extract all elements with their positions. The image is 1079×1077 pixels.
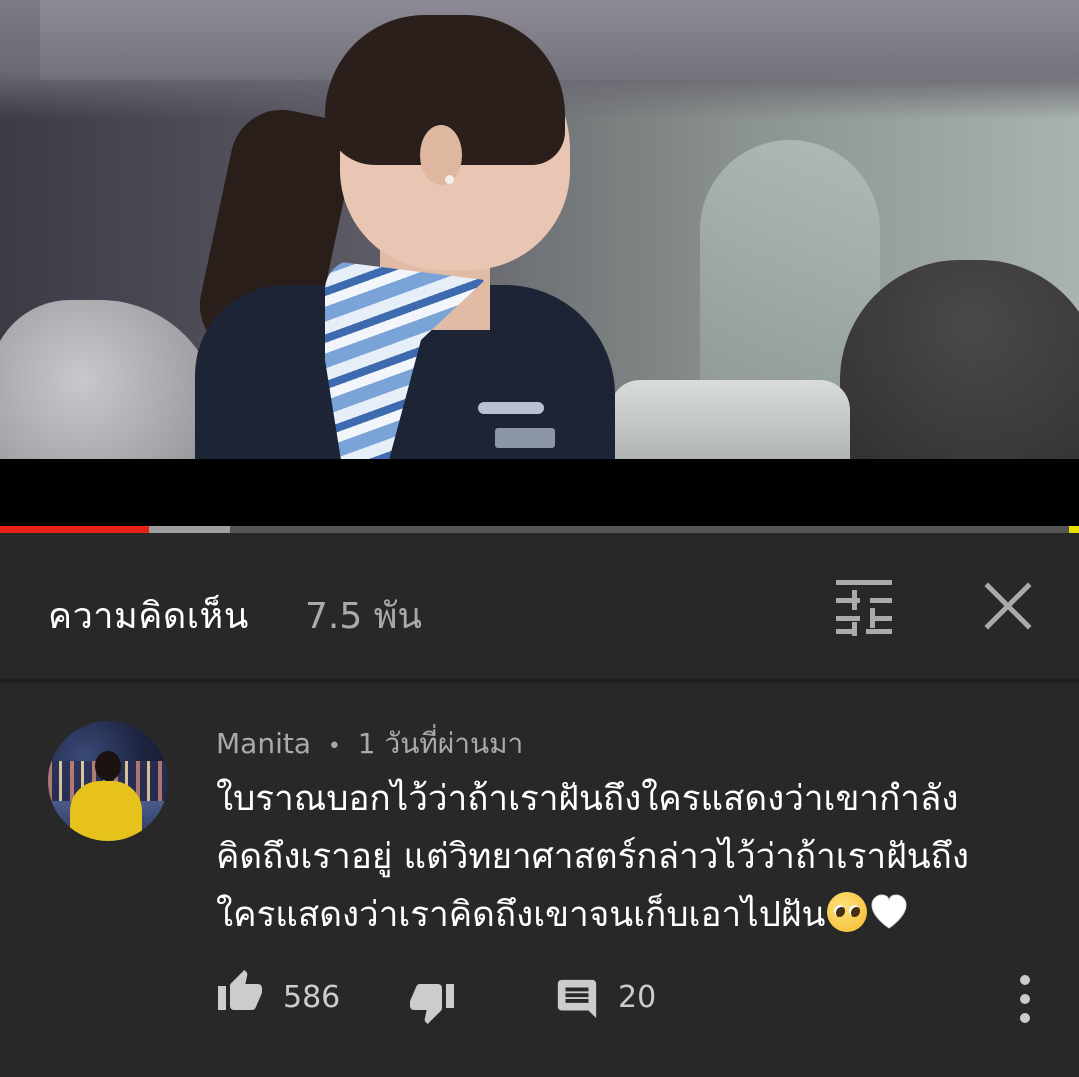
like-count: 586 — [283, 980, 341, 1015]
comment-meta: Manita • 1 วันที่ผ่านมา — [216, 722, 523, 766]
video-frame-overhead-bin — [40, 0, 1079, 80]
thumbs-up-icon — [218, 970, 262, 1010]
avatar-figure-body — [70, 781, 142, 841]
white-heart-icon — [871, 894, 907, 929]
comment-line: ใครแสดงว่าเราคิดถึงเขาจนเก็บเอาไปฝัน — [216, 895, 826, 935]
video-frame-seat-left — [0, 300, 220, 459]
sort-comments-button[interactable] — [834, 576, 894, 636]
video-player[interactable] — [0, 0, 1079, 459]
reply-count: 20 — [618, 980, 657, 1015]
reply-button[interactable] — [554, 976, 600, 1022]
progress-marker — [1069, 526, 1079, 533]
video-frame-seat-right — [610, 380, 850, 459]
comment-line: ใบราณบอกไว้ว่าถ้าเราฝันถึงใครแสดงว่าเขาก… — [216, 779, 959, 819]
comment-text: ใบราณบอกไว้ว่าถ้าเราฝันถึงใครแสดงว่าเขาก… — [216, 770, 1016, 944]
comment-line: คิดถึงเราอยู่ แต่วิทยาศาสตร์กล่าวไว้ว่าถ… — [216, 837, 969, 877]
comment-time: 1 วันที่ผ่านมา — [357, 727, 524, 760]
video-frame-name-badge — [495, 428, 555, 448]
sort-sliders-icon — [836, 580, 892, 636]
comment-author[interactable]: Manita — [216, 727, 311, 760]
comment-line-last: ใครแสดงว่าเราคิดถึงเขาจนเก็บเอาไปฝัน — [216, 886, 1016, 944]
video-progress-bar[interactable] — [0, 526, 1079, 533]
more-vertical-icon — [1020, 975, 1030, 1023]
avatar-figure-head — [95, 751, 121, 781]
video-letterbox — [0, 459, 1079, 526]
comments-title: ความคิดเห็น — [48, 596, 249, 637]
video-frame-earring — [445, 175, 454, 184]
video-frame-ear — [420, 125, 462, 185]
comments-count: 7.5 พัน — [305, 596, 423, 637]
dislike-button[interactable] — [408, 978, 456, 1026]
avatar[interactable] — [48, 721, 168, 841]
more-options-button[interactable] — [1005, 972, 1045, 1026]
reply-comment-icon — [557, 979, 597, 1019]
thumbs-down-icon — [410, 984, 454, 1024]
close-comments-button[interactable] — [982, 580, 1034, 632]
video-frame-wing-badge — [478, 402, 544, 414]
header-divider — [0, 679, 1079, 683]
meta-separator: • — [327, 734, 341, 759]
progress-played — [0, 526, 149, 533]
pleading-face-icon — [827, 892, 868, 932]
like-button[interactable] — [216, 968, 264, 1016]
close-icon — [984, 582, 1032, 630]
